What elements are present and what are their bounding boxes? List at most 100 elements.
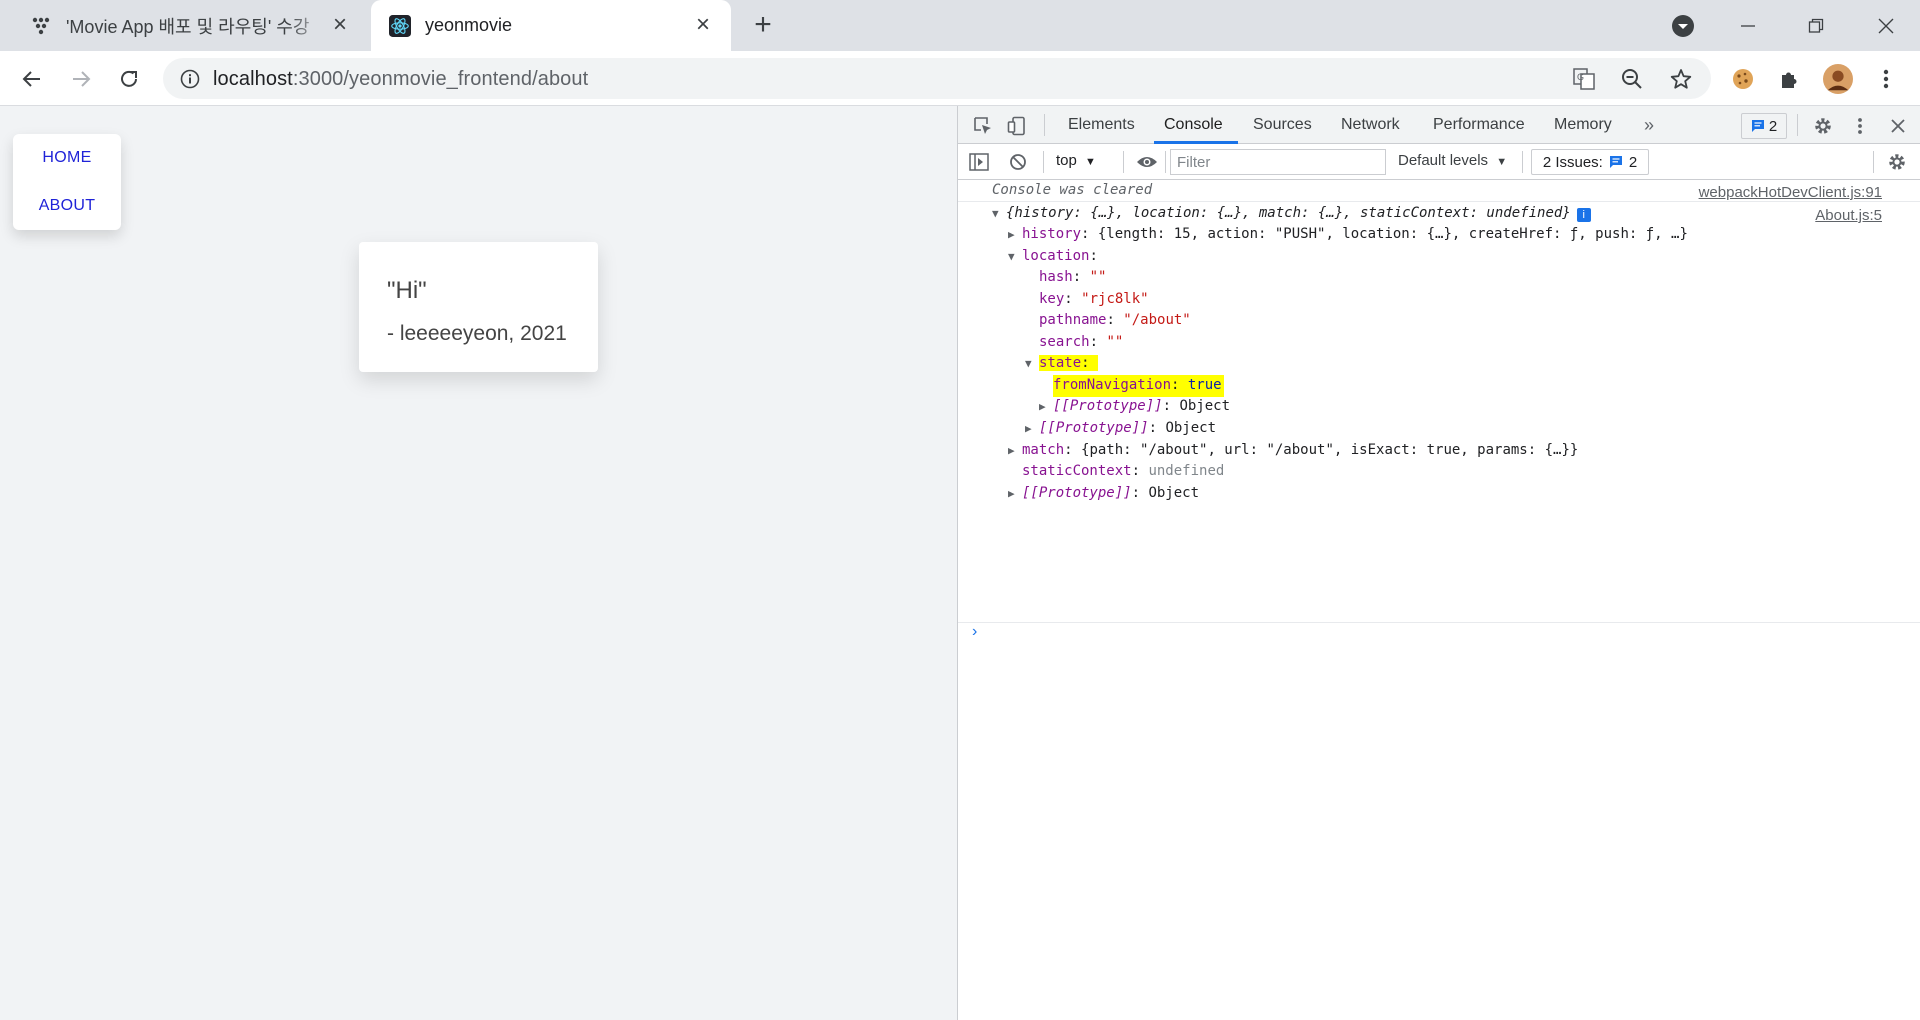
reload-button[interactable] — [113, 63, 145, 95]
state-prototype[interactable]: ▶ [[Prototype]]: Object — [1039, 396, 1230, 418]
toolbar-divider — [1043, 151, 1044, 173]
messages-count: 2 — [1768, 117, 1778, 135]
state-key: state — [1039, 355, 1082, 371]
collapsed-triangle-icon: ▶ — [1008, 487, 1015, 500]
address-bar[interactable]: localhost:3000/yeonmovie_frontend/about … — [163, 58, 1711, 99]
close-devtools-icon[interactable] — [1886, 114, 1910, 138]
console-prompt-icon[interactable]: › — [972, 623, 977, 641]
expanded-triangle-icon: ▼ — [1008, 250, 1015, 263]
more-tabs-chevron-icon[interactable]: » — [1638, 114, 1660, 136]
issues-label: 2 Issues: — [1542, 153, 1603, 171]
nav-link-about[interactable]: ABOUT — [13, 197, 121, 215]
back-button[interactable] — [16, 63, 48, 95]
bookmark-star-icon[interactable] — [1668, 66, 1694, 92]
context-select[interactable]: top ▼ — [1056, 152, 1096, 169]
collapsed-triangle-icon: ▶ — [1039, 400, 1046, 413]
forward-button[interactable] — [65, 63, 97, 95]
tab-performance[interactable]: Performance — [1433, 116, 1525, 134]
about-quote: "Hi" — [387, 277, 427, 304]
translate-icon[interactable]: G — [1571, 66, 1597, 92]
zoom-out-icon[interactable] — [1619, 66, 1645, 92]
cookie-extension-icon[interactable] — [1728, 64, 1758, 94]
prop-location[interactable]: ▼ location: — [1008, 246, 1098, 268]
console-filter-input[interactable]: Filter — [1170, 149, 1386, 175]
close-tab-icon[interactable]: × — [691, 11, 715, 38]
browser-menu-icon[interactable] — [1871, 64, 1901, 94]
hash-value: "" — [1089, 269, 1107, 285]
location-prototype[interactable]: ▶ [[Prototype]]: Object — [1025, 418, 1216, 440]
browser-tab-active[interactable]: yeonmovie × — [371, 0, 731, 51]
tab-network[interactable]: Network — [1341, 116, 1400, 134]
log-levels-value: Default levels — [1398, 152, 1489, 169]
collapsed-triangle-icon: ▶ — [1008, 444, 1015, 457]
nav-menu: HOME ABOUT — [13, 134, 121, 230]
prop-staticContext: staticContext: undefined — [1022, 463, 1225, 479]
object-summary-text: {history: {…}, location: {…}, match: {…}… — [1006, 205, 1571, 221]
pathname-value: "/about" — [1123, 312, 1191, 328]
extensions-puzzle-icon[interactable] — [1775, 64, 1805, 94]
inspect-element-icon[interactable] — [971, 114, 995, 138]
about-card: "Hi" - leeeeeyeon, 2021 — [359, 242, 598, 372]
context-value: top — [1056, 152, 1077, 169]
message-icon — [1751, 120, 1764, 132]
toolbar-divider — [1522, 151, 1523, 173]
svg-text:G: G — [1577, 72, 1584, 82]
prototype-key: [[Prototype]] — [1022, 485, 1132, 501]
new-tab-button[interactable]: + — [748, 8, 778, 41]
console-cleared-message: Console was cleared — [992, 182, 1153, 198]
prop-match[interactable]: ▶ match: {path: "/about", url: "/about", … — [1008, 440, 1578, 462]
dropdown-caret-icon: ▼ — [1085, 156, 1096, 168]
toolbar-divider — [1873, 151, 1874, 173]
issues-button[interactable]: 2 Issues: 2 — [1531, 149, 1649, 175]
prop-state[interactable]: ▼ state: — [1025, 353, 1099, 375]
prototype-value: Object — [1179, 398, 1231, 414]
nav-link-home[interactable]: HOME — [13, 149, 121, 167]
prototype-key: [[Prototype]] — [1053, 398, 1163, 414]
restore-icon[interactable] — [1788, 0, 1844, 51]
issues-count: 2 — [1628, 153, 1638, 171]
profile-avatar[interactable] — [1823, 64, 1853, 94]
tab-console[interactable]: Console — [1164, 116, 1223, 134]
browser-tab-inactive[interactable]: 'Movie App 배포 및 라우팅' 수강 × — [18, 0, 368, 51]
tab-search-icon[interactable] — [1655, 0, 1711, 51]
web-page-viewport: HOME ABOUT "Hi" - leeeeeyeon, 2021 — [0, 106, 957, 1020]
collapsed-triangle-icon: ▶ — [1008, 228, 1015, 241]
collapsed-triangle-icon: ▶ — [1025, 422, 1032, 435]
log-levels-select[interactable]: Default levels ▼ — [1398, 152, 1507, 169]
message-icon — [1609, 156, 1622, 168]
clear-console-icon[interactable] — [1007, 151, 1029, 173]
prop-history[interactable]: ▶ history: {length: 15, action: "PUSH", l… — [1008, 224, 1688, 246]
console-output: Console was cleared webpackHotDevClient.… — [958, 180, 1920, 1020]
devtools-menu-icon[interactable] — [1848, 114, 1872, 138]
minimize-icon[interactable] — [1720, 0, 1776, 51]
source-link-about[interactable]: About.js:5 — [1815, 205, 1882, 227]
toolbar-divider — [1797, 114, 1798, 136]
prototype-key: [[Prototype]] — [1039, 420, 1149, 436]
prop-search: search: "" — [1039, 334, 1124, 350]
tab-memory[interactable]: Memory — [1554, 116, 1612, 134]
match-value: {path: "/about", url: "/about", isExact:… — [1081, 442, 1579, 458]
tab-elements[interactable]: Elements — [1068, 116, 1135, 134]
prototype-value: Object — [1165, 420, 1217, 436]
settings-gear-icon[interactable] — [1811, 114, 1835, 138]
browser-toolbar: localhost:3000/yeonmovie_frontend/about … — [0, 51, 1920, 106]
console-settings-gear-icon[interactable] — [1886, 151, 1908, 173]
root-prototype[interactable]: ▶ [[Prototype]]: Object — [1008, 483, 1199, 505]
log-object-summary[interactable]: ▼ {history: {…}, location: {…}, match: {…… — [992, 203, 1591, 225]
toolbar-divider — [1044, 114, 1045, 136]
close-window-icon[interactable] — [1858, 0, 1914, 51]
sidebar-toggle-icon[interactable] — [968, 151, 990, 173]
tab-title: 'Movie App 배포 및 라우팅' 수강 — [66, 16, 310, 37]
close-tab-icon[interactable]: × — [328, 11, 352, 38]
tab-sources[interactable]: Sources — [1253, 116, 1312, 134]
about-author: - leeeeeyeon, 2021 — [387, 322, 567, 345]
app-logo-icon — [30, 15, 52, 37]
live-expression-eye-icon[interactable] — [1134, 151, 1160, 173]
key-value: "rjc8lk" — [1081, 291, 1149, 307]
device-toolbar-icon[interactable] — [1005, 114, 1029, 138]
messages-badge[interactable]: 2 — [1741, 113, 1787, 139]
location-key: location — [1022, 248, 1090, 264]
toolbar-divider — [1123, 151, 1124, 173]
prototype-value: Object — [1148, 485, 1200, 501]
site-info-icon[interactable] — [177, 66, 203, 92]
